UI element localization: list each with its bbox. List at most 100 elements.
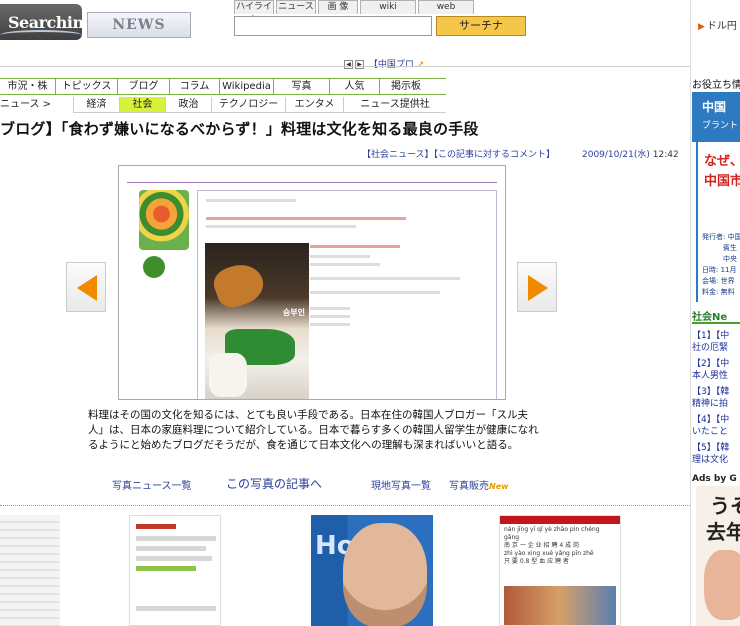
article-photo[interactable]: 숭부인: [118, 165, 506, 400]
society-news-item-4-cont[interactable]: いたこと: [692, 426, 740, 438]
ad-info-line: 日時: 11月: [702, 266, 737, 274]
ad-headline-line-1: なぜ、: [704, 154, 740, 169]
nav-item-topics[interactable]: トピックス: [56, 79, 118, 94]
society-news-item-1[interactable]: 【1】【中: [692, 330, 740, 342]
currency-link[interactable]: ▶ ドル円: [698, 17, 737, 32]
nav-item-news-providers[interactable]: ニュース提供社: [343, 97, 446, 112]
column-divider: [690, 0, 691, 626]
search-tab-image[interactable]: 画 像: [318, 0, 358, 14]
blog-text-line: [310, 245, 400, 248]
sidebar-ad-headline[interactable]: なぜ、 中国市: [696, 142, 740, 232]
food-photo: 숭부인: [205, 243, 309, 399]
blog-text-line: [310, 307, 350, 310]
primary-nav: 市況・株 トピックス ブログ コラム Wikipedia 写真 人気 掲示板: [0, 78, 446, 95]
ad-banner-line-2: ブラント: [702, 121, 739, 131]
article-date-value: 2009/10/21(水): [582, 150, 650, 160]
society-news-item-3-cont[interactable]: 精神に拍: [692, 398, 740, 410]
society-news-item-5[interactable]: 【5】【韓: [692, 442, 740, 454]
thumbnail-4[interactable]: nán jīng yī qǐ yè zhāo pìn chéng gǎng 南 …: [499, 515, 621, 626]
ad-info-line: 会場: 世界: [702, 277, 735, 285]
thumbnail-2[interactable]: [129, 515, 221, 626]
arrow-right-icon: [528, 275, 548, 301]
ad-info-line: 発行者: 中国: [702, 233, 740, 241]
sidebar-ad-info: 発行者: 中国 賓生 中央 日時: 11月 会場: 世界 料金: 無料: [696, 232, 740, 302]
society-news-item-4[interactable]: 【4】【中: [692, 414, 740, 426]
arrow-left-icon: [77, 275, 97, 301]
pager-label[interactable]: 【中国プロ: [369, 60, 414, 70]
nav-item-blog[interactable]: ブログ: [118, 79, 170, 94]
photo-news-list-link[interactable]: 写真ニュース一覧: [112, 477, 192, 492]
thumb-bar: [136, 566, 196, 571]
local-photos-link[interactable]: 現地写真一覧: [371, 477, 431, 492]
thumb-bar: [136, 536, 216, 541]
blog-screenshot-sidebar: [139, 190, 189, 399]
photo-sales-link[interactable]: 写真販売New: [449, 477, 509, 492]
blog-badge-icon: [143, 256, 165, 278]
currency-label: ドル円: [706, 21, 737, 32]
nav-item-photo[interactable]: 写真: [274, 79, 330, 94]
prev-photo-button[interactable]: [66, 262, 106, 312]
nav-item-politics[interactable]: 政治: [165, 97, 211, 112]
search-tab-wiki[interactable]: wiki: [360, 0, 416, 14]
search-input[interactable]: [234, 16, 432, 36]
society-news-item-2-cont[interactable]: 本人男性: [692, 370, 740, 382]
article-category-links[interactable]: 【社会ニュース】【この記事に対するコメント】: [362, 147, 555, 160]
next-photo-button[interactable]: [517, 262, 557, 312]
article-title: ブログ】「食わず嫌いになるべからず！」料理は文化を知る最良の手段: [0, 120, 479, 138]
blog-text-line: [310, 315, 350, 318]
article-time: 12:42: [652, 150, 679, 160]
image-ad-line-1: うそ: [710, 494, 740, 518]
thumb-bar: [136, 556, 212, 561]
nav-item-technology[interactable]: テクノロジー: [211, 97, 285, 112]
thumb-4-line: 南 京 一 企 业 招 聘 4 成 岗: [504, 542, 579, 549]
thumbnail-1[interactable]: [0, 515, 60, 626]
society-news-item-5-cont[interactable]: 理は文化: [692, 454, 740, 466]
thumbnail-3[interactable]: Ho: [311, 515, 433, 626]
image-ad-face: [704, 550, 740, 620]
ads-by-google-label[interactable]: Ads by G: [692, 474, 737, 484]
nav-item-column[interactable]: コラム: [170, 79, 220, 94]
flower-image: [139, 190, 189, 250]
nav-item-society[interactable]: 社会: [119, 97, 165, 112]
blog-text-line: [310, 277, 460, 280]
nav-item-popular[interactable]: 人気: [330, 79, 380, 94]
search-button[interactable]: サーチナ: [436, 16, 526, 36]
society-news-item-1-cont[interactable]: 社の厄緊: [692, 342, 740, 354]
header-divider: [0, 66, 690, 67]
search-tab-news[interactable]: ニュース: [276, 0, 316, 14]
nav-item-entertainment[interactable]: エンタメ: [285, 97, 343, 112]
logo-text: Searchina: [8, 13, 94, 32]
ad-info-line: 中央: [702, 255, 737, 263]
nav-item-board[interactable]: 掲示板: [380, 79, 432, 94]
blog-text-line: [310, 255, 370, 258]
thumb-4-line: zhì yào xing xué yǎng pīn zhē: [504, 550, 594, 557]
right-sidebar: お役立ち情 中国 ブラント なぜ、 中国市 発行者: 中国 賓生 中央 日時: …: [692, 76, 740, 626]
thumb-bar: [136, 546, 206, 551]
fried-shrimp: [209, 257, 269, 313]
society-news-heading: 社会Ne: [692, 308, 740, 324]
photo-article-link[interactable]: この写真の記事へ: [226, 475, 322, 492]
news-logo[interactable]: NEWS: [87, 12, 191, 38]
radish: [209, 353, 247, 397]
society-news-item-2[interactable]: 【2】【中: [692, 358, 740, 370]
nav-item-economy[interactable]: 経済: [73, 97, 119, 112]
blog-text-line: [310, 263, 380, 266]
nav-item-market[interactable]: 市況・株: [0, 79, 56, 94]
nav-item-wikipedia[interactable]: Wikipedia: [220, 79, 274, 94]
search-tab-web[interactable]: web: [418, 0, 474, 14]
prev-page-icon[interactable]: ◀: [344, 60, 353, 69]
sidebar-image-ad[interactable]: うそ 去年: [696, 486, 740, 626]
blog-text-line: [206, 225, 356, 228]
society-news-item-3[interactable]: 【3】【韓: [692, 386, 740, 398]
thumb-4-header: [500, 516, 620, 524]
article-caption: 料理はその国の文化を知るには、とても良い手段である。日本在住の韓国人ブロガー「ス…: [88, 409, 539, 451]
sidebar-ad-banner[interactable]: 中国 ブラント: [692, 92, 740, 142]
breadcrumb[interactable]: ニュース >: [0, 97, 70, 113]
next-page-icon[interactable]: ▶: [355, 60, 364, 69]
arrow-bullet-icon: ▶: [698, 22, 705, 32]
search-tab-highlight[interactable]: ハイライト: [234, 0, 274, 25]
blog-screenshot-topbar: [127, 172, 497, 183]
blog-text-line: [310, 323, 350, 326]
search-tabs: ハイライト ニュース 画 像 wiki web: [234, 0, 476, 25]
photo-overlay-caption: 숭부인: [282, 308, 305, 317]
